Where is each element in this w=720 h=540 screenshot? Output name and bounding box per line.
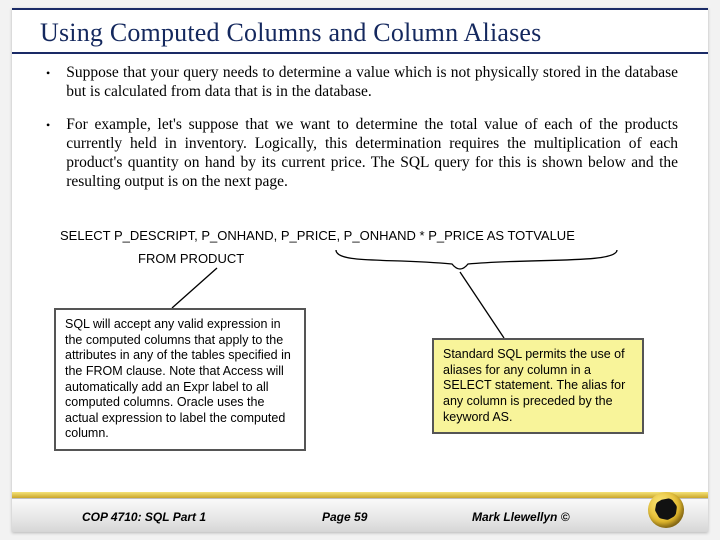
page-title: Using Computed Columns and Column Aliase…: [40, 18, 542, 48]
footer-page: Page 59: [322, 510, 367, 524]
rule-under-title: [12, 52, 708, 54]
slide: Using Computed Columns and Column Aliase…: [12, 8, 708, 532]
footer-course: COP 4710: SQL Part 1: [82, 510, 206, 524]
footer: COP 4710: SQL Part 1 Page 59 Mark Llewel…: [12, 492, 708, 532]
callout-right: Standard SQL permits the use of aliases …: [432, 338, 644, 434]
footer-author: Mark Llewellyn ©: [472, 510, 570, 524]
rule-top: [12, 8, 708, 10]
connector-left: [162, 254, 282, 314]
sql-line-1: SELECT P_DESCRIPT, P_ONHAND, P_PRICE, P_…: [60, 228, 678, 243]
ucf-logo-icon: [648, 492, 684, 528]
bullet-text: Suppose that your query needs to determi…: [66, 64, 678, 102]
bullet-item: • For example, let's suppose that we wan…: [46, 116, 678, 192]
bullet-text: For example, let's suppose that we want …: [66, 116, 678, 192]
brace-connector-right: [332, 244, 642, 344]
callout-left: SQL will accept any valid expression in …: [54, 308, 306, 451]
callout-left-text: SQL will accept any valid expression in …: [65, 317, 291, 440]
bullet-item: • Suppose that your query needs to deter…: [46, 64, 678, 102]
bullet-list: • Suppose that your query needs to deter…: [46, 64, 678, 205]
callout-right-text: Standard SQL permits the use of aliases …: [443, 347, 625, 424]
bullet-marker: •: [46, 116, 50, 192]
bullet-marker: •: [46, 64, 50, 102]
